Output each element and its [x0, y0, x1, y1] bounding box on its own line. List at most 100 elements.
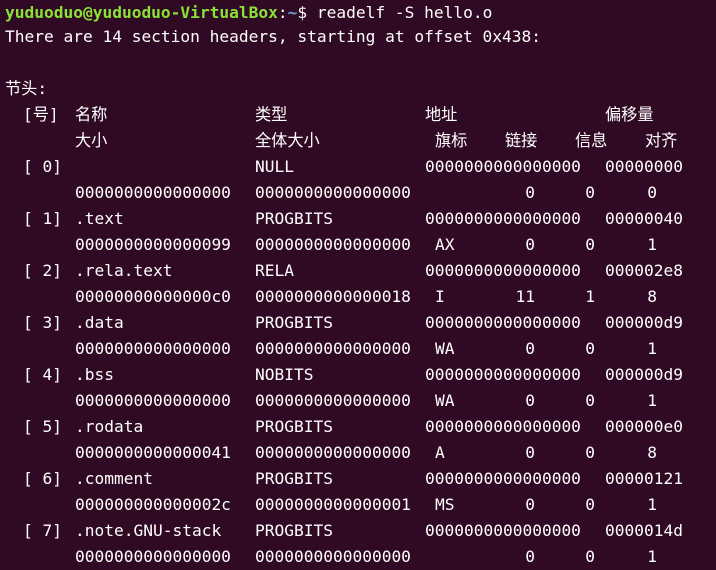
header-num: [号]	[23, 105, 59, 124]
section-offset: 00000121	[605, 469, 683, 488]
header-info: 信息	[575, 131, 608, 150]
header-flags: 旗标	[435, 131, 468, 150]
prompt-separator: :	[277, 3, 288, 22]
section-flags: MS	[435, 495, 455, 514]
section-flags: WA	[435, 391, 455, 410]
section-link: 0	[525, 443, 535, 462]
section-link: 0	[525, 495, 535, 514]
section-align: 1	[647, 547, 657, 566]
section-flags: WA	[435, 339, 455, 358]
section-type: PROGBITS	[255, 469, 333, 488]
section-address: 0000000000000000	[425, 521, 581, 540]
section-link: 0	[525, 235, 535, 254]
section-type: PROGBITS	[255, 417, 333, 436]
section-row-line2: 0000000000000041 0000000000000000 A 0 0 8	[5, 440, 716, 466]
section-info: 0	[585, 235, 595, 254]
header-entsize: 全体大小	[255, 131, 320, 150]
section-offset: 000002e8	[605, 261, 683, 280]
section-size: 0000000000000000	[75, 547, 231, 566]
section-offset: 000000d9	[605, 365, 683, 384]
section-row-line1: [ 5] .rodata PROGBITS 0000000000000000 00000…	[5, 414, 716, 440]
section-info: 0	[585, 495, 595, 514]
command-text: readelf -S hello.o	[316, 3, 493, 22]
section-row-line1: [ 2] .rela.text RELA 0000000000000000 000002…	[5, 258, 716, 284]
section-name: .bss	[75, 365, 114, 384]
section-offset: 00000040	[605, 209, 683, 228]
section-row-line2: 0000000000000000 0000000000000000 WA 0 0 1	[5, 336, 716, 362]
section-type: NOBITS	[255, 365, 314, 384]
section-align: 1	[647, 495, 657, 514]
section-align: 8	[647, 287, 657, 306]
section-size: 0000000000000099	[75, 235, 231, 254]
section-size: 00000000000000c0	[75, 287, 231, 306]
section-entsize: 0000000000000000	[255, 547, 411, 566]
header-link: 链接	[505, 131, 538, 150]
section-link: 0	[525, 339, 535, 358]
header-type: 类型	[255, 105, 288, 124]
section-flags: A	[435, 443, 445, 462]
section-name: .data	[75, 313, 124, 332]
section-type: PROGBITS	[255, 521, 333, 540]
section-offset: 000000e0	[605, 417, 683, 436]
section-num: [ 0]	[23, 157, 62, 176]
section-size: 0000000000000000	[75, 183, 231, 202]
section-flags: I	[435, 287, 445, 306]
section-type: PROGBITS	[255, 209, 333, 228]
section-info: 0	[585, 443, 595, 462]
section-row-line2: 0000000000000000 0000000000000000 WA 0 0 1	[5, 388, 716, 414]
section-link: 11	[515, 287, 536, 306]
section-num: [ 5]	[23, 417, 62, 436]
section-row-line2: 0000000000000099 0000000000000000 AX 0 0 1	[5, 232, 716, 258]
section-offset: 00000000	[605, 157, 683, 176]
section-flags: AX	[435, 235, 455, 254]
section-num: [ 7]	[23, 521, 62, 540]
section-entsize: 0000000000000000	[255, 443, 411, 462]
terminal-window[interactable]: yuduoduo@yuduoduo-VirtualBox:~$ readelf …	[0, 0, 716, 570]
section-entsize: 0000000000000000	[255, 235, 411, 254]
section-type: NULL	[255, 157, 294, 176]
header-align: 对齐	[645, 131, 678, 150]
section-num: [ 6]	[23, 469, 62, 488]
section-address: 0000000000000000	[425, 417, 581, 436]
section-entsize: 0000000000000018	[255, 287, 411, 306]
section-address: 0000000000000000	[425, 209, 581, 228]
section-link: 0	[525, 547, 535, 566]
header-offset: 偏移量	[605, 105, 654, 124]
section-offset: 000000d9	[605, 313, 683, 332]
section-align: 1	[647, 339, 657, 358]
prompt-symbol: $	[297, 3, 308, 22]
section-num: [ 2]	[23, 261, 62, 280]
section-name: .note.GNU-stack	[75, 521, 222, 540]
section-info: 0	[585, 183, 595, 202]
section-align: 0	[647, 183, 657, 202]
section-address: 0000000000000000	[425, 469, 581, 488]
section-row-line2: 0000000000000000 0000000000000000 0 0 0	[5, 180, 716, 206]
section-type: RELA	[255, 261, 294, 280]
summary-line: There are 14 section headers, starting a…	[5, 27, 542, 46]
section-entsize: 0000000000000000	[255, 339, 411, 358]
section-info: 0	[585, 547, 595, 566]
prompt-path: ~	[287, 3, 298, 22]
section-headers-title: 节头:	[5, 79, 48, 98]
section-address: 0000000000000000	[425, 157, 581, 176]
section-entsize: 0000000000000000	[255, 391, 411, 410]
header-row-2: 大小 全体大小 旗标 链接 信息 对齐	[5, 128, 716, 154]
section-row-line1: [ 1] .text PROGBITS 0000000000000000 0000004…	[5, 206, 716, 232]
section-address: 0000000000000000	[425, 365, 581, 384]
section-address: 0000000000000000	[425, 261, 581, 280]
prompt-user-host: yuduoduo@yuduoduo-VirtualBox	[5, 3, 278, 22]
section-align: 1	[647, 235, 657, 254]
header-row-1: [号] 名称 类型 地址 偏移量	[5, 102, 716, 128]
section-size: 0000000000000041	[75, 443, 231, 462]
section-info: 0	[585, 391, 595, 410]
prompt-line: yuduoduo@yuduoduo-VirtualBox:~$ readelf …	[5, 0, 716, 26]
section-name: .text	[75, 209, 124, 228]
section-num: [ 4]	[23, 365, 62, 384]
section-name: .rela.text	[75, 261, 173, 280]
section-row-line1: [ 0] NULL 0000000000000000 00000000	[5, 154, 716, 180]
section-row-line2: 0000000000000000 0000000000000000 0 0 1	[5, 544, 716, 570]
section-info: 0	[585, 339, 595, 358]
section-num: [ 1]	[23, 209, 62, 228]
section-row-line1: [ 6] .comment PROGBITS 0000000000000000 0000…	[5, 466, 716, 492]
section-row-line1: [ 7] .note.GNU-stack PROGBITS 0000000000000…	[5, 518, 716, 544]
